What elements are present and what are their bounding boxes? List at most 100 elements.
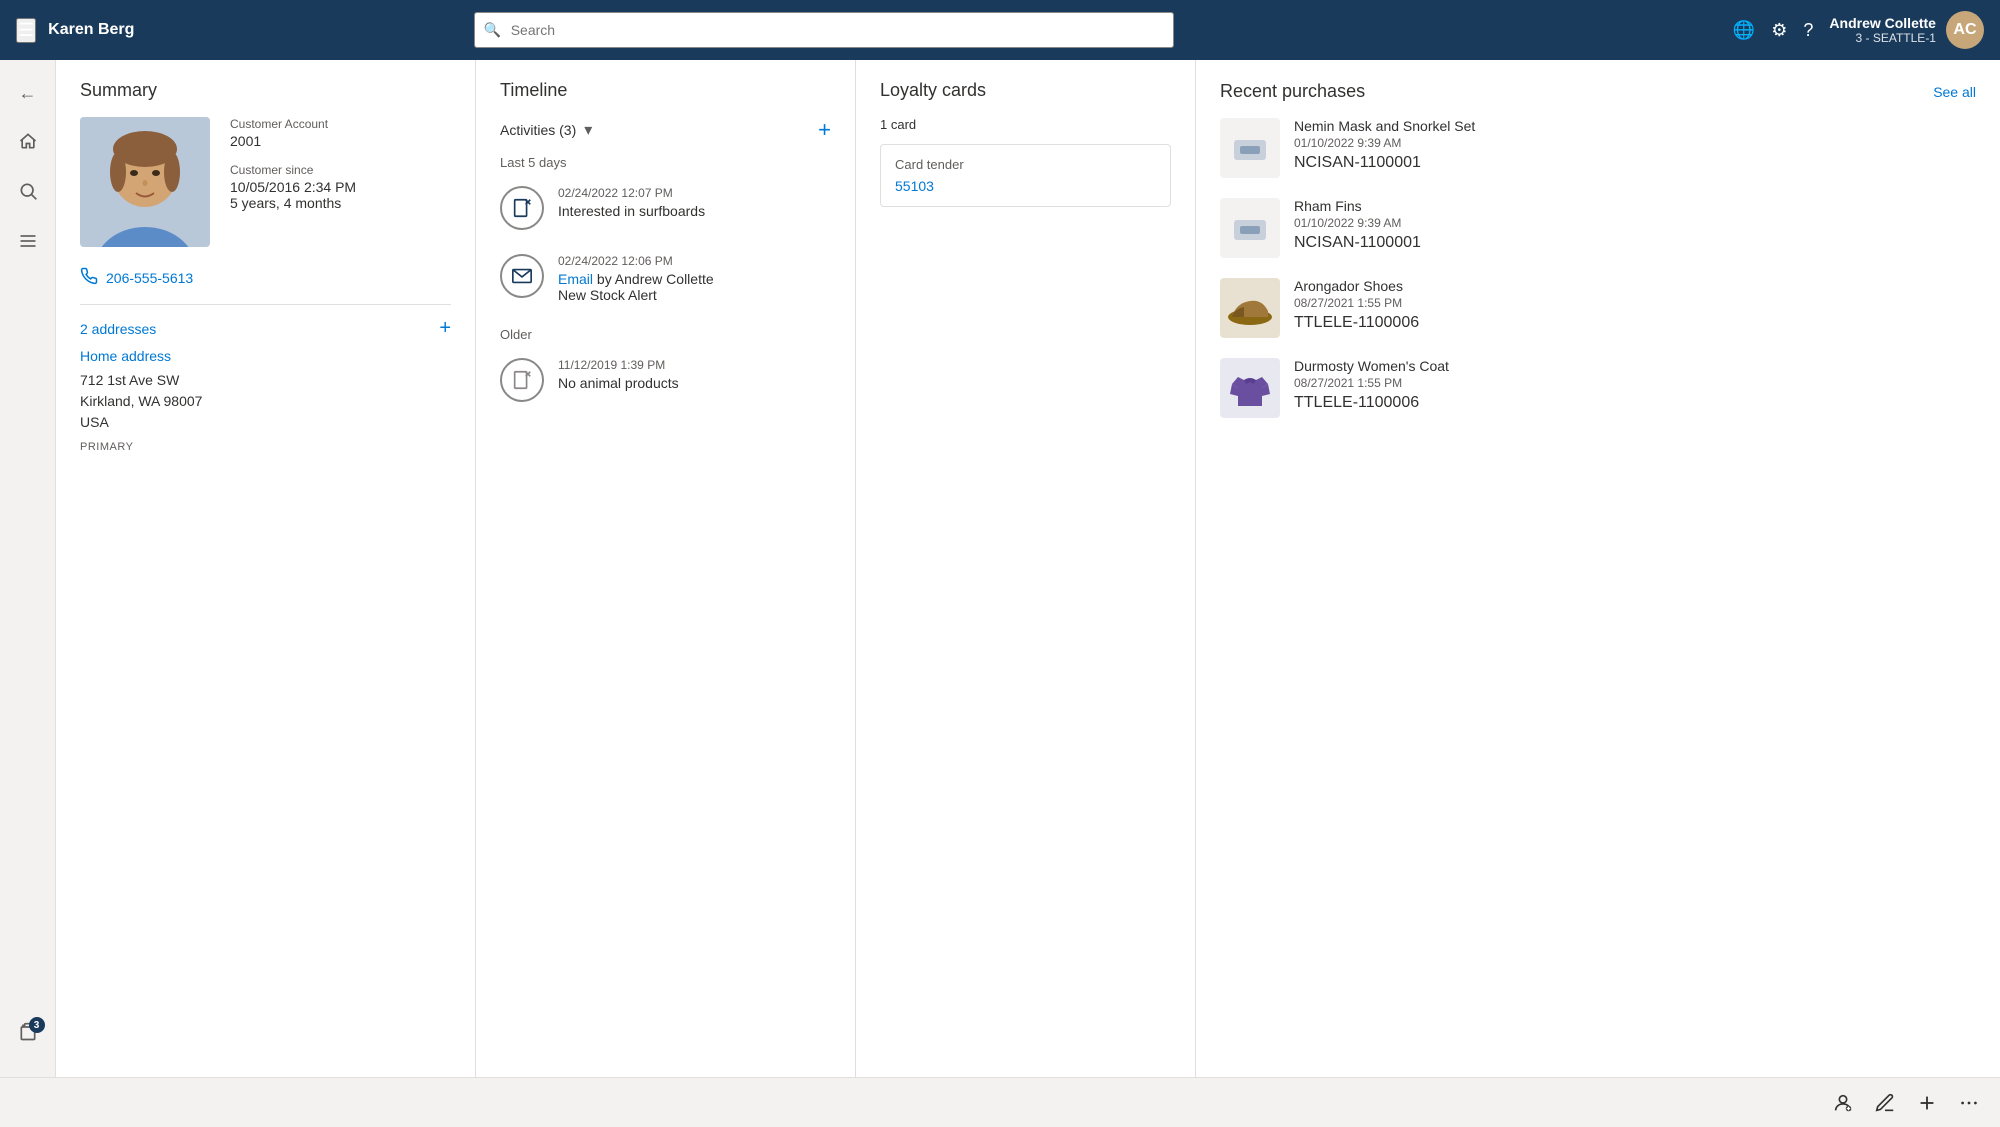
summary-column: Summary [56, 60, 476, 1077]
top-nav: ☰ Karen Berg 🔍 🌐 ⚙ ? Andrew Collette 3 -… [0, 0, 2000, 60]
timeline-title: Timeline [500, 80, 831, 101]
timeline-item: 02/24/2022 12:06 PM Email by Andrew Coll… [500, 254, 831, 303]
purchase-item: Rham Fins 01/10/2022 9:39 AM NCISAN-1100… [1220, 198, 1976, 258]
timeline-column: Timeline Activities (3) ▾ + Last 5 days … [476, 60, 856, 1077]
add-address-button[interactable]: + [439, 317, 451, 340]
activities-expand-button[interactable]: ▾ [584, 120, 592, 140]
customer-account-label: Customer Account [230, 117, 451, 131]
timeline-item: 02/24/2022 12:07 PM Interested in surfbo… [500, 186, 831, 230]
purchase-thumb [1220, 278, 1280, 338]
home-address-label[interactable]: Home address [80, 348, 451, 364]
addresses-row: 2 addresses + [80, 317, 451, 340]
loyalty-column: Loyalty cards 1 card Card tender 55103 [856, 60, 1196, 1077]
purchase-name: Arongador Shoes [1294, 278, 1976, 294]
customer-details: Customer Account 2001 Customer since 10/… [230, 117, 451, 247]
purchase-date: 01/10/2022 9:39 AM [1294, 136, 1976, 150]
timeline-item-content: 11/12/2019 1:39 PM No animal products [558, 358, 831, 402]
purchase-name: Rham Fins [1294, 198, 1976, 214]
summary-title: Summary [80, 80, 451, 101]
home-icon [18, 131, 38, 156]
customer-photo [80, 117, 210, 247]
avatar[interactable]: AC [1946, 11, 1984, 49]
sidebar: ← 3 [0, 60, 56, 1077]
sidebar-item-clipboard[interactable]: 3 [5, 1011, 51, 1057]
settings-icon-btn[interactable]: ⚙ [1771, 20, 1787, 41]
purchase-details: Durmosty Women's Coat 08/27/2021 1:55 PM… [1294, 358, 1976, 412]
timeline-note-icon-older [500, 358, 544, 402]
person-button[interactable] [1832, 1092, 1854, 1114]
period-older-label: Older [500, 327, 831, 342]
activities-row: Activities (3) ▾ [500, 120, 592, 140]
help-icon-btn[interactable]: ? [1803, 20, 1813, 41]
period-recent-label: Last 5 days [500, 155, 831, 170]
timeline-time: 02/24/2022 12:06 PM [558, 254, 831, 268]
loyalty-card-tender-label: Card tender [895, 157, 1156, 172]
phone-row: 206-555-5613 [80, 267, 451, 288]
purchase-date: 01/10/2022 9:39 AM [1294, 216, 1976, 230]
purchase-date: 08/27/2021 1:55 PM [1294, 376, 1976, 390]
hamburger-menu[interactable]: ☰ [16, 18, 36, 43]
purchase-id: TTLELE-1100006 [1294, 394, 1976, 412]
timeline-text: No animal products [558, 375, 831, 391]
globe-icon-btn[interactable]: 🌐 [1733, 20, 1755, 41]
sidebar-item-menu[interactable] [5, 220, 51, 266]
see-all-link[interactable]: See all [1933, 84, 1976, 100]
search-icon: 🔍 [484, 22, 501, 39]
timeline-item-content: 02/24/2022 12:07 PM Interested in surfbo… [558, 186, 831, 230]
timeline-time: 11/12/2019 1:39 PM [558, 358, 831, 372]
user-info: Andrew Collette 3 - SEATTLE-1 AC [1829, 11, 1984, 49]
timeline-note-icon [500, 186, 544, 230]
primary-badge: PRIMARY [80, 441, 451, 453]
timeline-text: Interested in surfboards [558, 203, 831, 219]
purchase-thumb [1220, 118, 1280, 178]
purchase-id: NCISAN-1100001 [1294, 154, 1976, 172]
purchase-thumb [1220, 198, 1280, 258]
customer-info-row: Customer Account 2001 Customer since 10/… [80, 117, 451, 247]
sidebar-item-search[interactable] [5, 170, 51, 216]
addresses-link[interactable]: 2 addresses [80, 321, 156, 337]
customer-since-label: Customer since [230, 163, 451, 177]
content-area: Summary [56, 60, 2000, 1077]
customer-since-duration: 5 years, 4 months [230, 195, 341, 211]
bottom-bar [0, 1077, 2000, 1127]
purchase-thumb [1220, 358, 1280, 418]
user-name: Andrew Collette [1829, 15, 1936, 31]
purchase-id: TTLELE-1100006 [1294, 314, 1976, 332]
user-sub: 3 - SEATTLE-1 [1829, 31, 1936, 45]
email-link[interactable]: Email [558, 271, 593, 287]
timeline-subtext: New Stock Alert [558, 287, 831, 303]
purchase-date: 08/27/2021 1:55 PM [1294, 296, 1976, 310]
add-timeline-button[interactable]: + [818, 117, 831, 143]
address-text: 712 1st Ave SW Kirkland, WA 98007 USA [80, 370, 451, 433]
loyalty-card-tender-value[interactable]: 55103 [895, 178, 1156, 194]
back-icon: ← [19, 83, 37, 104]
timeline-time: 02/24/2022 12:07 PM [558, 186, 831, 200]
phone-icon [80, 267, 98, 288]
purchase-name: Nemin Mask and Snorkel Set [1294, 118, 1976, 134]
loyalty-card: Card tender 55103 [880, 144, 1171, 207]
search-container: 🔍 [474, 12, 1174, 48]
timeline-text: Email by Andrew Collette [558, 271, 831, 287]
timeline-email-icon [500, 254, 544, 298]
sidebar-badge: 3 [29, 1017, 45, 1033]
customer-account-value: 2001 [230, 133, 451, 149]
add-button[interactable] [1916, 1092, 1938, 1114]
search-nav-icon [18, 181, 38, 206]
purchase-details: Arongador Shoes 08/27/2021 1:55 PM TTLEL… [1294, 278, 1976, 332]
edit-button[interactable] [1874, 1092, 1896, 1114]
purchase-item: Nemin Mask and Snorkel Set 01/10/2022 9:… [1220, 118, 1976, 178]
timeline-item-content: 02/24/2022 12:06 PM Email by Andrew Coll… [558, 254, 831, 303]
customer-since-value: 10/05/2016 2:34 PM 5 years, 4 months [230, 179, 451, 211]
purchase-item: Arongador Shoes 08/27/2021 1:55 PM TTLEL… [1220, 278, 1976, 338]
loyalty-title: Loyalty cards [880, 80, 1171, 101]
phone-link[interactable]: 206-555-5613 [106, 270, 193, 286]
purchase-id: NCISAN-1100001 [1294, 234, 1976, 252]
purchases-column: Recent purchases See all Nemin Mask and … [1196, 60, 2000, 1077]
sidebar-item-home[interactable] [5, 120, 51, 166]
purchases-title: Recent purchases [1220, 81, 1365, 102]
more-button[interactable] [1958, 1092, 1980, 1114]
purchase-details: Rham Fins 01/10/2022 9:39 AM NCISAN-1100… [1294, 198, 1976, 252]
main-layout: ← 3 Summary [0, 60, 2000, 1077]
search-input[interactable] [474, 12, 1174, 48]
sidebar-item-back[interactable]: ← [5, 70, 51, 116]
